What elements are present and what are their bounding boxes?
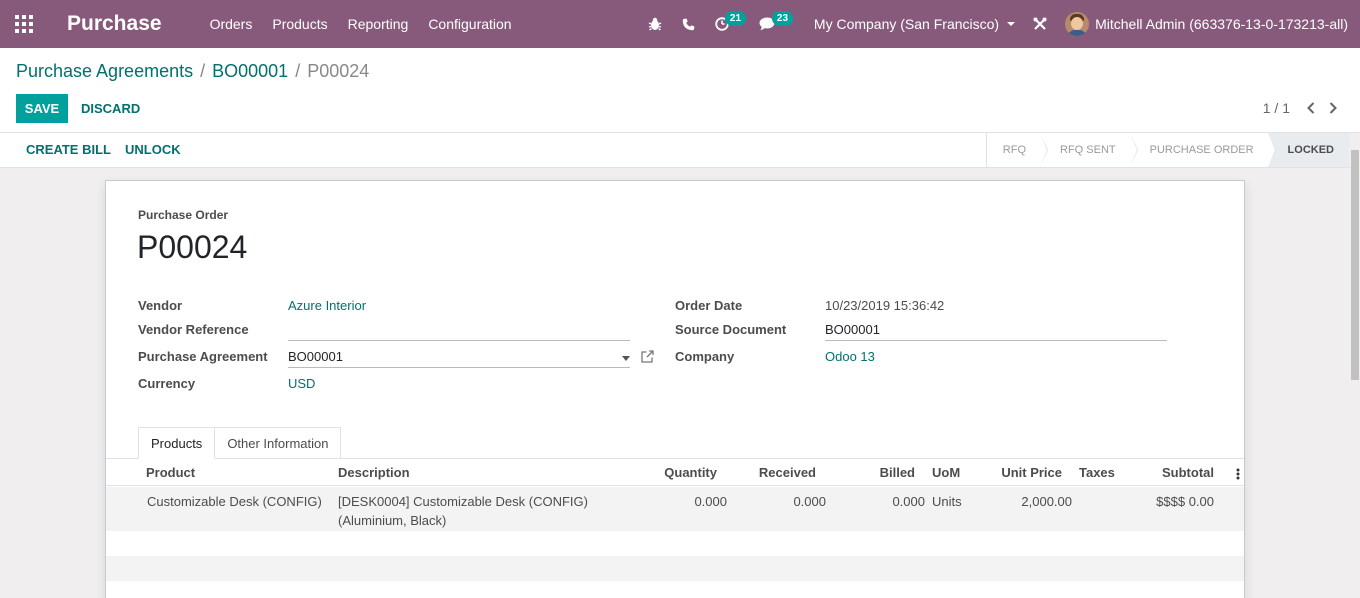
row-product: Customizable Desk (CONFIG): [147, 494, 322, 509]
purchase-agreement-value: BO00001: [288, 349, 343, 364]
chevron-right-icon[interactable]: [1322, 98, 1344, 118]
unlock-button[interactable]: UNLOCK: [125, 133, 181, 167]
vendor-reference-field[interactable]: [288, 319, 630, 341]
purchase-agreement-select[interactable]: BO00001: [288, 346, 630, 368]
column-billed[interactable]: Billed: [880, 465, 915, 480]
company-name: My Company (San Francisco): [813, 16, 1000, 32]
top-navbar: Purchase Orders Products Reporting Confi…: [0, 0, 1360, 48]
discard-button[interactable]: DISCARD: [76, 94, 145, 123]
notebook-tabs: Products Other Information: [138, 427, 342, 459]
column-description[interactable]: Description: [338, 465, 410, 480]
pager-value[interactable]: 1 / 1: [1263, 100, 1290, 116]
row-quantity: 0.000: [694, 494, 727, 509]
column-product[interactable]: Product: [146, 465, 195, 480]
currency-label: Currency: [138, 376, 196, 391]
row-description-line2: (Aluminium, Black): [338, 513, 447, 528]
create-bill-button[interactable]: CREATE BILL: [26, 133, 111, 167]
vendor-link[interactable]: Azure Interior: [288, 298, 366, 313]
row-received: 0.000: [793, 494, 826, 509]
phone-icon[interactable]: [672, 0, 706, 48]
menu-products[interactable]: Products: [262, 16, 337, 32]
control-panel: Purchase Agreements / BO00001 / P00024 S…: [0, 48, 1360, 133]
breadcrumb-current: P00024: [307, 61, 370, 81]
status-bar: CREATE BILL UNLOCK RFQ RFQ SENT PURCHASE…: [0, 133, 1360, 168]
breadcrumb-separator: /: [295, 61, 301, 81]
user-name: Mitchell Admin (663376-13-0-173213-all): [1095, 16, 1348, 32]
empty-row: [106, 531, 1244, 556]
app-title[interactable]: Purchase: [67, 12, 162, 36]
empty-row: [106, 581, 1244, 598]
column-received[interactable]: Received: [759, 465, 816, 480]
column-taxes[interactable]: Taxes: [1079, 465, 1115, 480]
avatar: [1065, 12, 1090, 36]
tab-other-information[interactable]: Other Information: [215, 427, 342, 459]
menu-orders[interactable]: Orders: [200, 16, 263, 32]
row-uom: Units: [932, 494, 962, 509]
column-quantity[interactable]: Quantity: [664, 465, 717, 480]
chevron-down-icon: [1007, 22, 1016, 26]
source-document-label: Source Document: [675, 322, 787, 337]
order-date-label: Order Date: [675, 298, 743, 313]
form-sheet: Purchase Order P00024 Vendor Azure Inter…: [105, 180, 1245, 598]
column-uom[interactable]: UoM: [932, 465, 960, 480]
document-title: P00024: [137, 229, 248, 265]
breadcrumb-purchase-agreements[interactable]: Purchase Agreements: [16, 61, 193, 82]
breadcrumb-separator: /: [200, 61, 206, 81]
stage-pipeline: RFQ RFQ SENT PURCHASE ORDER LOCKED: [985, 133, 1360, 167]
breadcrumb: Purchase Agreements / BO00001 / P00024: [16, 61, 369, 82]
tab-products[interactable]: Products: [138, 427, 216, 459]
purchase-agreement-label: Purchase Agreement: [138, 349, 268, 364]
row-unit-price: 2,000.00: [1021, 494, 1072, 509]
activity-clock-icon[interactable]: 21: [706, 0, 750, 48]
empty-row: [106, 556, 1244, 581]
document-type-label: Purchase Order: [138, 208, 229, 222]
row-description-line1: [DESK0004] Customizable Desk (CONFIG): [338, 494, 588, 509]
company-switcher[interactable]: My Company (San Francisco): [802, 16, 1025, 32]
source-document-field[interactable]: BO00001: [825, 319, 1167, 341]
stage-rfq-sent[interactable]: RFQ SENT: [1040, 133, 1138, 167]
scrollbar-thumb[interactable]: [1351, 150, 1359, 380]
table-row[interactable]: Customizable Desk (CONFIG) [DESK0004] Cu…: [106, 487, 1244, 531]
external-link-icon[interactable]: [641, 350, 654, 366]
chat-messages-icon[interactable]: 23: [750, 0, 802, 48]
company-label: Company: [675, 349, 735, 364]
apps-menu-icon[interactable]: [0, 0, 48, 48]
vendor-label: Vendor: [138, 298, 183, 313]
column-subtotal[interactable]: Subtotal: [1162, 465, 1214, 480]
tools-icon[interactable]: [1025, 0, 1055, 48]
chevron-down-icon: [622, 356, 630, 361]
message-count-badge: 23: [771, 11, 794, 26]
stage-rfq[interactable]: RFQ: [986, 133, 1049, 167]
menu-reporting[interactable]: Reporting: [338, 16, 419, 32]
activity-count-badge: 21: [724, 11, 747, 26]
order-lines-header: Product Description Quantity Received Bi…: [106, 462, 1244, 486]
row-billed: 0.000: [892, 494, 925, 509]
vendor-reference-label: Vendor Reference: [138, 322, 249, 337]
company-link[interactable]: Odoo 13: [825, 349, 875, 364]
user-menu[interactable]: Mitchell Admin (663376-13-0-173213-all): [1055, 12, 1360, 36]
stage-locked[interactable]: LOCKED: [1267, 133, 1360, 167]
menu-configuration[interactable]: Configuration: [418, 16, 521, 32]
bug-icon[interactable]: [638, 0, 672, 48]
stage-purchase-order[interactable]: PURCHASE ORDER: [1129, 133, 1276, 167]
chevron-left-icon[interactable]: [1300, 98, 1322, 118]
row-description: [DESK0004] Customizable Desk (CONFIG) (A…: [338, 492, 588, 530]
order-date-value: 10/23/2019 15:36:42: [825, 298, 945, 313]
column-unit-price[interactable]: Unit Price: [1001, 465, 1062, 480]
column-options-icon[interactable]: [1236, 468, 1240, 483]
page-scrollbar[interactable]: [1350, 133, 1360, 598]
navbar-systray: 21 23 My Company (San Francisco) Mitchel…: [638, 0, 1360, 48]
pager: 1 / 1: [1263, 98, 1344, 118]
currency-link[interactable]: USD: [288, 376, 315, 391]
breadcrumb-agreement[interactable]: BO00001: [212, 61, 288, 82]
row-subtotal: $$$$ 0.00: [1156, 494, 1214, 509]
save-button[interactable]: SAVE: [16, 94, 68, 123]
